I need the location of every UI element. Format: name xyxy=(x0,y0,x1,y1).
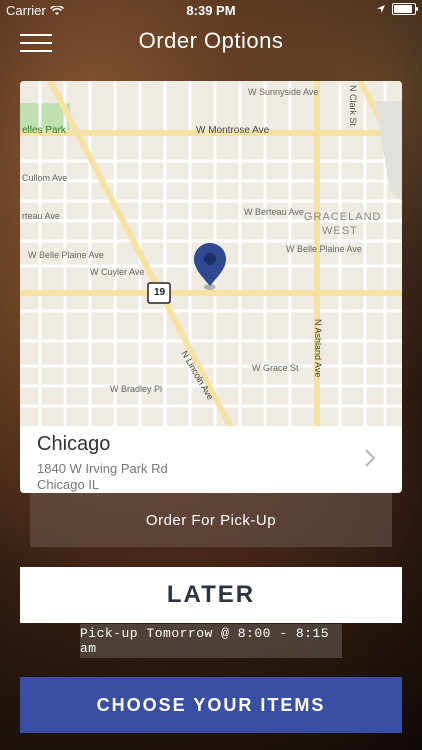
map-label: W Montrose Ave xyxy=(196,125,270,136)
map-label: elles Park xyxy=(22,125,66,136)
map-label: W Belle Plaine Ave xyxy=(286,244,362,254)
map-label: W Berteau Ave xyxy=(244,207,304,217)
chevron-right-icon xyxy=(365,449,376,467)
order-pickup-button[interactable]: Order For Pick-Up xyxy=(30,493,392,547)
map-label: rteau Ave xyxy=(22,211,60,221)
status-right xyxy=(376,3,418,15)
status-time: 8:39 PM xyxy=(186,3,236,18)
map-label: WEST xyxy=(322,225,358,237)
map-label: W Grace St xyxy=(252,363,299,373)
location-card: W Sunnyside Ave N Clark St elles Park W … xyxy=(20,81,402,493)
location-row[interactable]: Chicago 1840 W Irving Park Rd Chicago IL xyxy=(20,426,402,493)
pickup-time-label: Pick-up Tomorrow @ 8:00 - 8:15 am xyxy=(80,624,342,658)
nav-bar: Order Options xyxy=(0,22,422,66)
map-label: W Sunnyside Ave xyxy=(248,87,319,97)
map[interactable]: W Sunnyside Ave N Clark St elles Park W … xyxy=(20,81,402,426)
map-label: W Belle Plaine Ave xyxy=(28,250,104,260)
location-city: Chicago IL xyxy=(37,477,100,492)
location-arrow-icon xyxy=(377,5,385,13)
map-label: Cullom Ave xyxy=(22,173,68,183)
status-bar: Carrier 8:39 PM xyxy=(0,0,422,22)
map-label: N Clark St xyxy=(348,85,358,127)
location-address: 1840 W Irving Park Rd xyxy=(37,461,168,476)
later-button[interactable]: LATER xyxy=(20,567,402,623)
map-label: W Bradley Pl xyxy=(110,384,163,394)
page-title: Order Options xyxy=(138,28,284,53)
battery-icon xyxy=(392,3,418,15)
map-label: N Ashland Ave xyxy=(313,319,323,378)
map-label: W Cuyler Ave xyxy=(90,267,145,277)
route-19-label: 19 xyxy=(154,287,166,298)
location-name: Chicago xyxy=(37,433,111,455)
choose-items-button[interactable]: CHOOSE YOUR ITEMS xyxy=(20,677,402,733)
map-label: GRACELAND xyxy=(304,211,382,223)
